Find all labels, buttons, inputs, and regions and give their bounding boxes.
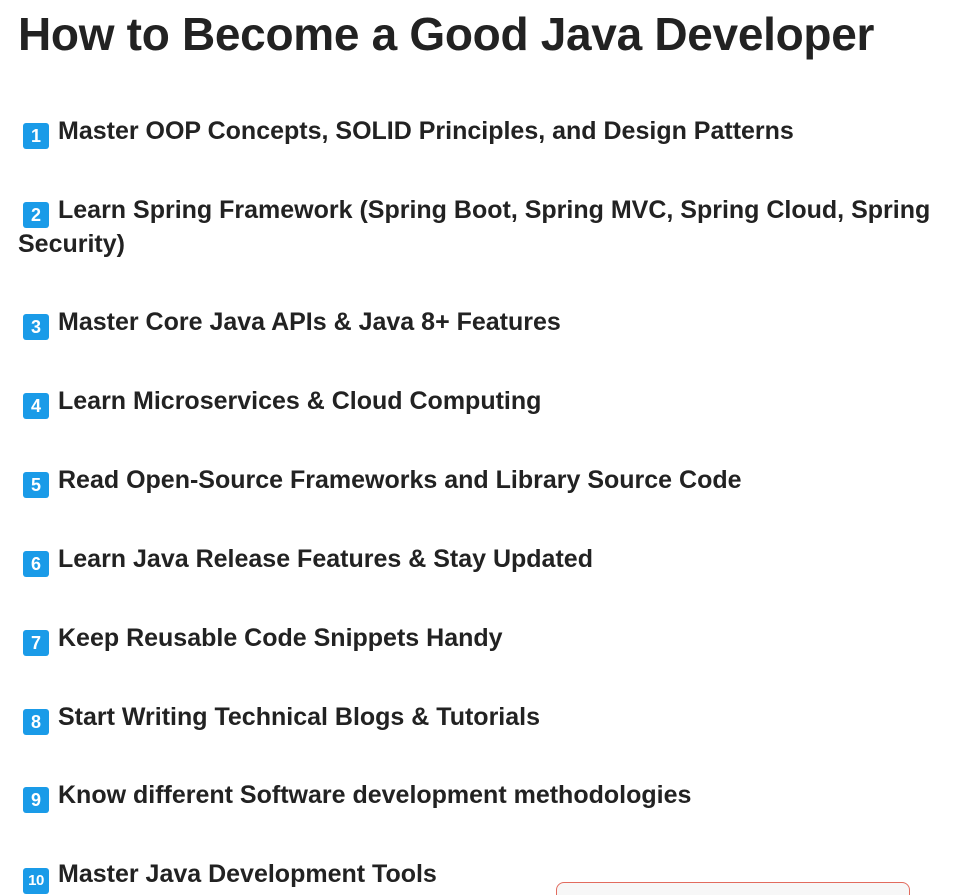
keycap-number-icon: 7: [23, 630, 49, 656]
list-item-text: Read Open-Source Frameworks and Library …: [58, 466, 742, 494]
page-title: How to Become a Good Java Developer: [18, 8, 875, 60]
keycap-number-icon: 3: [23, 314, 49, 340]
list-item-4: 4 Learn Microservices & Cloud Computing: [18, 385, 961, 419]
list-item-text: Master Java Development Tools: [58, 860, 437, 888]
keycap-number-icon: 9: [23, 787, 49, 813]
list-item-9: 9 Know different Software development met…: [18, 779, 961, 813]
list-item-text: Learn Microservices & Cloud Computing: [58, 387, 542, 415]
keycap-number-icon: 1: [23, 123, 49, 149]
keycap-number-icon: 10: [23, 868, 49, 894]
list-item-text-continued: Security): [18, 230, 125, 258]
list-item-5: 5 Read Open-Source Frameworks and Library…: [18, 464, 961, 498]
keycap-number-icon: 4: [23, 393, 49, 419]
list-item-6: 6 Learn Java Release Features & Stay Upda…: [18, 543, 961, 577]
keycap-number-icon: 8: [23, 709, 49, 735]
keycap-number-icon: 5: [23, 472, 49, 498]
keycap-number-icon: 2: [23, 202, 49, 228]
list-item-8: 8 Start Writing Technical Blogs & Tutoria…: [18, 701, 961, 735]
list-item-text: Master OOP Concepts, SOLID Principles, a…: [58, 117, 794, 145]
list-item-7: 7 Keep Reusable Code Snippets Handy: [18, 622, 961, 656]
list-item-2: 2 Learn Spring Framework (Spring Boot, Sp…: [18, 194, 961, 261]
list-item-text: Keep Reusable Code Snippets Handy: [58, 624, 503, 652]
list-item-text: Learn Spring Framework (Spring Boot, Spr…: [58, 196, 931, 224]
list-item-text: Master Core Java APIs & Java 8+ Features: [58, 308, 561, 336]
floating-panel[interactable]: [556, 882, 910, 895]
list-item-text: Learn Java Release Features & Stay Updat…: [58, 545, 593, 573]
list-item-text: Know different Software development meth…: [58, 781, 692, 809]
keycap-number-icon: 6: [23, 551, 49, 577]
list-item-text: Start Writing Technical Blogs & Tutorial…: [58, 703, 540, 731]
list-item-3: 3 Master Core Java APIs & Java 8+ Feature…: [18, 306, 961, 340]
list-item-1: 1 Master OOP Concepts, SOLID Principles, …: [18, 115, 961, 149]
